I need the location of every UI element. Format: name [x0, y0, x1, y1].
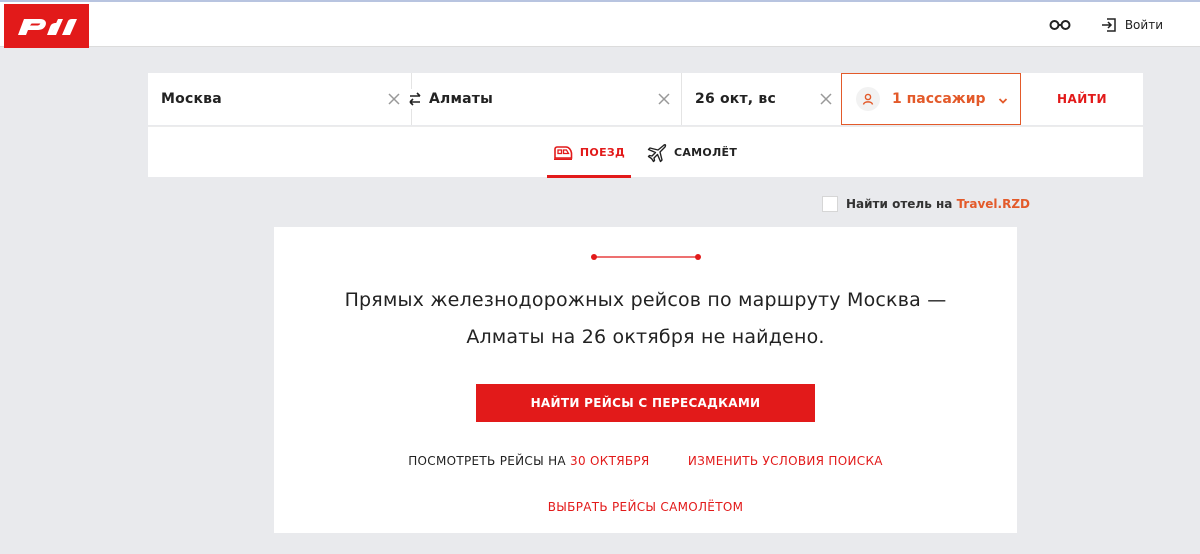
login-button[interactable]: Войти: [1101, 17, 1163, 33]
hotel-checkbox[interactable]: [822, 196, 838, 212]
chevron-down-icon: [998, 90, 1008, 109]
message-line-2: Алматы на 26 октября не найдено.: [466, 326, 825, 348]
tab-train-label: ПОЕЗД: [579, 146, 626, 159]
find-transfers-button[interactable]: НАЙТИ РЕЙСЫ С ПЕРЕСАДКАМИ: [476, 384, 815, 422]
swap-icon[interactable]: [407, 89, 423, 109]
clear-from-icon[interactable]: [385, 90, 403, 108]
change-search-link[interactable]: ИЗМЕНИТЬ УСЛОВИЯ ПОИСКА: [688, 454, 883, 468]
hotel-option[interactable]: Найти отель на Travel.RZD: [822, 196, 1030, 212]
see-on-date-link[interactable]: 30 ОКТЯБРЯ: [570, 454, 650, 468]
passengers-selector[interactable]: 1 пассажир: [841, 73, 1021, 125]
route-line-icon: [591, 254, 701, 260]
message-line-1: Прямых железнодорожных рейсов по маршрут…: [344, 289, 947, 311]
hotel-label: Найти отель на: [846, 197, 953, 211]
to-value: Алматы: [429, 91, 493, 107]
login-icon: [1101, 17, 1116, 32]
rzd-logo-mark: [17, 19, 77, 35]
passengers-label: 1 пассажир: [892, 91, 986, 107]
no-results-card: Прямых железнодорожных рейсов по маршрут…: [274, 227, 1017, 533]
clear-to-icon[interactable]: [655, 90, 673, 108]
train-icon: [553, 145, 573, 160]
tab-plane[interactable]: САМОЛЁТ: [647, 127, 737, 178]
search-form: Москва Алматы 26 окт, вс 1 пассажир НАЙТ…: [148, 73, 1143, 125]
site-header: Войти: [0, 2, 1200, 48]
rzd-logo[interactable]: [4, 4, 89, 48]
see-on-date-prefix: ПОСМОТРЕТЬ РЕЙСЫ НА: [408, 454, 566, 468]
from-value: Москва: [161, 91, 222, 107]
glasses-icon[interactable]: [1049, 19, 1071, 31]
alternative-links: ПОСМОТРЕТЬ РЕЙСЫ НА 30 ОКТЯБРЯ ИЗМЕНИТЬ …: [274, 454, 1017, 468]
to-field[interactable]: Алматы: [412, 73, 682, 125]
clear-date-icon[interactable]: [817, 90, 835, 108]
hotel-link[interactable]: Travel.RZD: [957, 197, 1030, 211]
tab-plane-label: САМОЛЁТ: [674, 146, 738, 159]
tab-train[interactable]: ПОЕЗД: [547, 127, 631, 178]
no-results-message: Прямых железнодорожных рейсов по маршрут…: [274, 282, 1017, 356]
from-field[interactable]: Москва: [148, 73, 412, 125]
login-label: Войти: [1124, 17, 1163, 32]
transport-tabs: ПОЕЗД САМОЛЁТ: [148, 126, 1143, 178]
plane-icon: [647, 143, 667, 162]
date-value: 26 окт, вс: [695, 91, 776, 107]
passenger-icon: [856, 87, 880, 111]
date-field[interactable]: 26 окт, вс: [682, 73, 841, 125]
find-button[interactable]: НАЙТИ: [1021, 73, 1143, 125]
choose-plane-link[interactable]: ВЫБРАТЬ РЕЙСЫ САМОЛЁТОМ: [274, 500, 1017, 514]
